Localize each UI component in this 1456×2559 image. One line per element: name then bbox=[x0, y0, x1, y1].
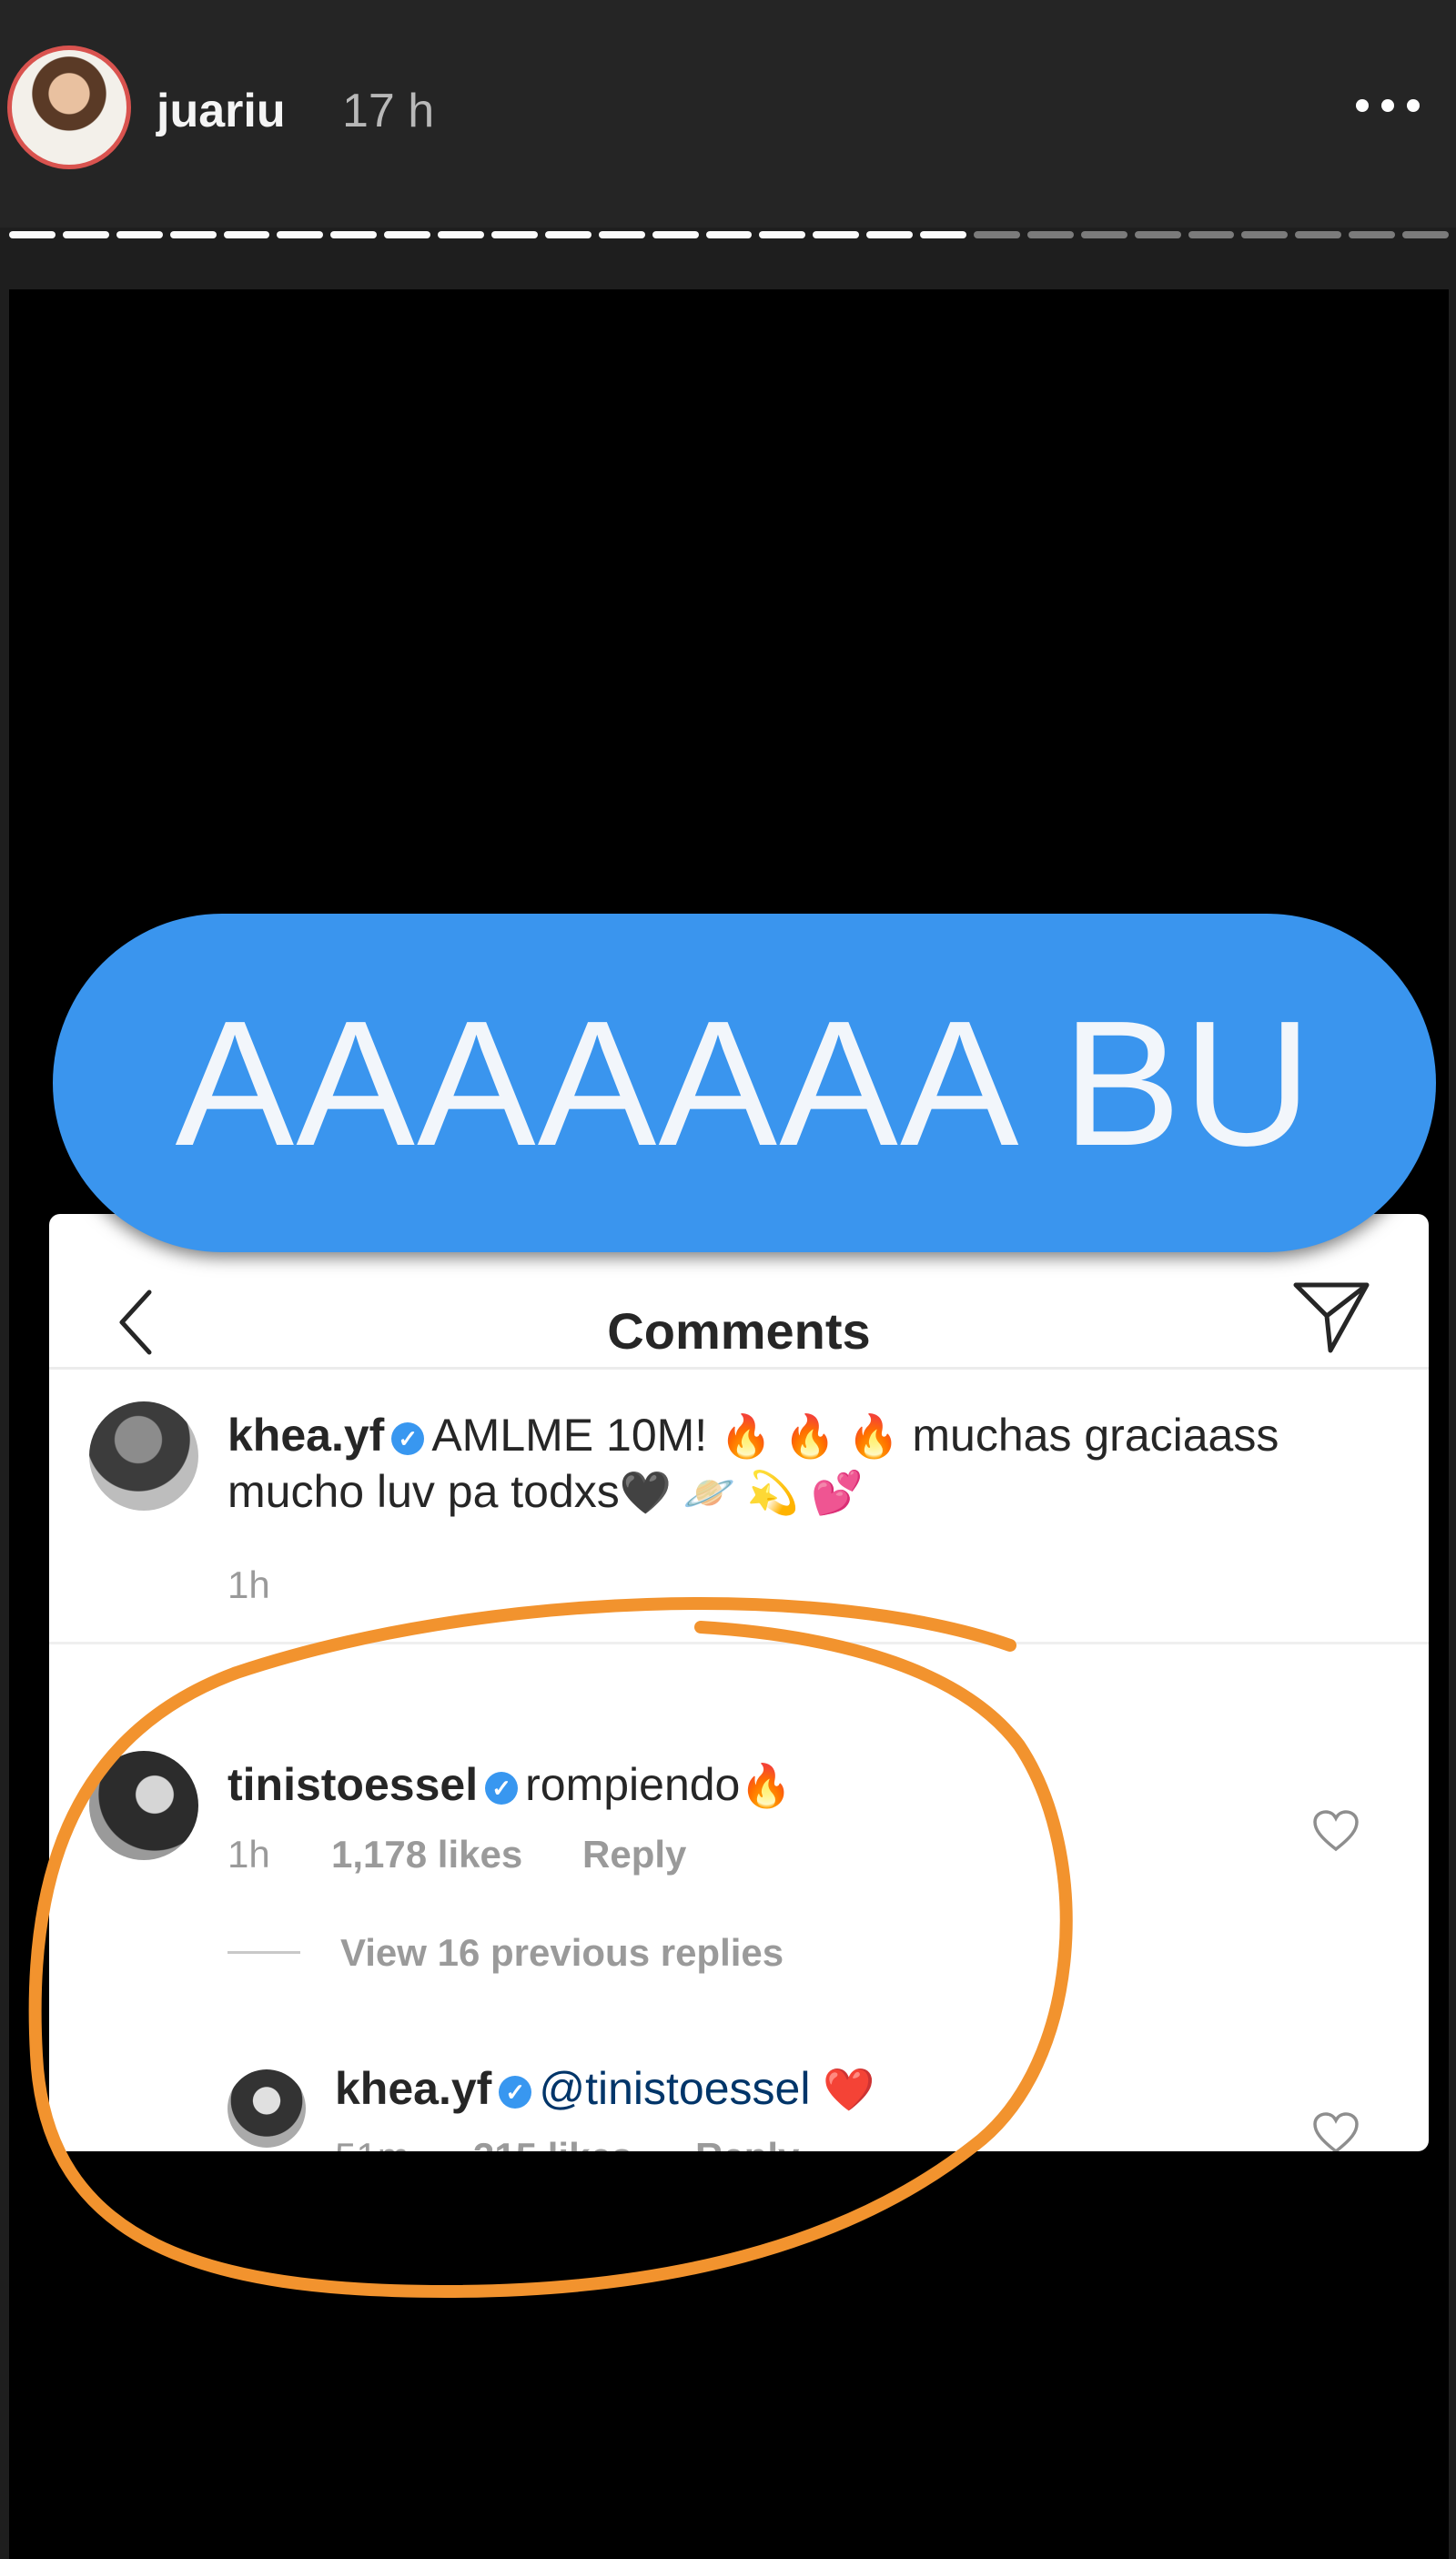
heart-emoji-icon: ❤️ bbox=[823, 2066, 875, 2113]
progress-segment bbox=[277, 231, 324, 238]
comment-likes: 1,178 likes bbox=[331, 1833, 523, 1876]
progress-segment bbox=[598, 231, 645, 238]
comment-text: tinistoessel ✓ rompiendo🔥 bbox=[228, 1758, 793, 1811]
progress-segment bbox=[223, 231, 270, 238]
comments-title: Comments bbox=[607, 1302, 871, 1360]
verified-badge-icon: ✓ bbox=[485, 1772, 519, 1805]
post-caption-line2: mucho luv pa todxs🖤 🪐 💫 💕 bbox=[228, 1465, 863, 1518]
post-time: 1h bbox=[228, 1563, 270, 1606]
progress-segment bbox=[1188, 231, 1235, 238]
progress-segment bbox=[652, 231, 699, 238]
reply-reply-link: Reply bbox=[695, 2135, 799, 2151]
story-progress-bar bbox=[9, 231, 1450, 242]
progress-segment bbox=[974, 231, 1020, 238]
divider bbox=[49, 1642, 1429, 1644]
reply-username: khea.yf bbox=[335, 2063, 492, 2114]
story-time: 17 h bbox=[342, 85, 435, 137]
progress-segment bbox=[1134, 231, 1181, 238]
avatar bbox=[228, 2069, 306, 2148]
progress-segment bbox=[491, 231, 538, 238]
reply-text: khea.yf ✓ @tinistoessel ❤️ bbox=[335, 2062, 875, 2115]
reply-mention: @tinistoessel bbox=[539, 2063, 811, 2114]
heart-icon bbox=[1313, 1810, 1359, 1852]
comment-time: 1h bbox=[228, 1833, 270, 1876]
send-icon bbox=[1293, 1282, 1370, 1353]
comment-username: tinistoessel bbox=[228, 1759, 479, 1810]
progress-segment bbox=[384, 231, 431, 238]
bubble-text: AAAAAAA BU bbox=[175, 983, 1314, 1183]
verified-badge-icon: ✓ bbox=[499, 2076, 532, 2109]
comment-body: rompiendo bbox=[525, 1759, 741, 1810]
progress-segment bbox=[1349, 231, 1396, 238]
story-content[interactable]: Comments khea.yf ✓ AMLME 10M! 🔥 🔥 🔥 muchas… bbox=[9, 289, 1449, 2559]
avatar bbox=[89, 1401, 198, 1511]
avatar bbox=[89, 1751, 198, 1860]
heart-icon bbox=[1313, 2112, 1359, 2151]
progress-segment bbox=[1080, 231, 1127, 238]
emoji-group-icon: 🖤 🪐 💫 💕 bbox=[619, 1469, 864, 1516]
fire-emoji-icon: 🔥 bbox=[740, 1762, 793, 1809]
progress-segment bbox=[1402, 231, 1450, 238]
post-username: khea.yf bbox=[228, 1410, 385, 1461]
ellipsis-icon[interactable] bbox=[1356, 78, 1447, 133]
progress-segment bbox=[169, 231, 217, 238]
progress-segment bbox=[705, 231, 753, 238]
story-text-bubble: AAAAAAA BU bbox=[53, 914, 1436, 1252]
progress-segment bbox=[1241, 231, 1289, 238]
story-username[interactable]: juariu bbox=[157, 84, 286, 138]
progress-segment bbox=[920, 231, 967, 238]
post-text-cont: muchas graciaass bbox=[912, 1410, 1279, 1461]
progress-segment bbox=[1295, 231, 1342, 238]
post-text: AMLME 10M! bbox=[431, 1410, 708, 1461]
profile-avatar[interactable] bbox=[7, 46, 131, 169]
progress-segment bbox=[62, 231, 109, 238]
progress-segment bbox=[866, 231, 914, 238]
progress-segment bbox=[438, 231, 485, 238]
fire-emoji-icon: 🔥 🔥 🔥 bbox=[720, 1412, 900, 1460]
reply-time: 51m bbox=[335, 2135, 410, 2151]
progress-segment bbox=[1026, 231, 1074, 238]
progress-segment bbox=[813, 231, 860, 238]
view-replies-link: View 16 previous replies bbox=[340, 1931, 784, 1974]
comments-screenshot: Comments khea.yf ✓ AMLME 10M! 🔥 🔥 🔥 muchas… bbox=[49, 1214, 1429, 2151]
progress-segment bbox=[9, 231, 56, 238]
progress-segment bbox=[759, 231, 806, 238]
post-caption-line1: khea.yf ✓ AMLME 10M! 🔥 🔥 🔥 muchas graciaas… bbox=[228, 1409, 1279, 1462]
comment-reply-link: Reply bbox=[582, 1833, 687, 1876]
progress-segment bbox=[330, 231, 378, 238]
progress-segment bbox=[544, 231, 592, 238]
post-text-line2: mucho luv pa todxs bbox=[228, 1466, 620, 1517]
progress-segment bbox=[116, 231, 163, 238]
verified-badge-icon: ✓ bbox=[391, 1422, 425, 1455]
replies-divider bbox=[228, 1951, 300, 1954]
story-header: juariu 17 h bbox=[0, 0, 1456, 228]
reply-likes: 315 likes bbox=[473, 2135, 632, 2151]
